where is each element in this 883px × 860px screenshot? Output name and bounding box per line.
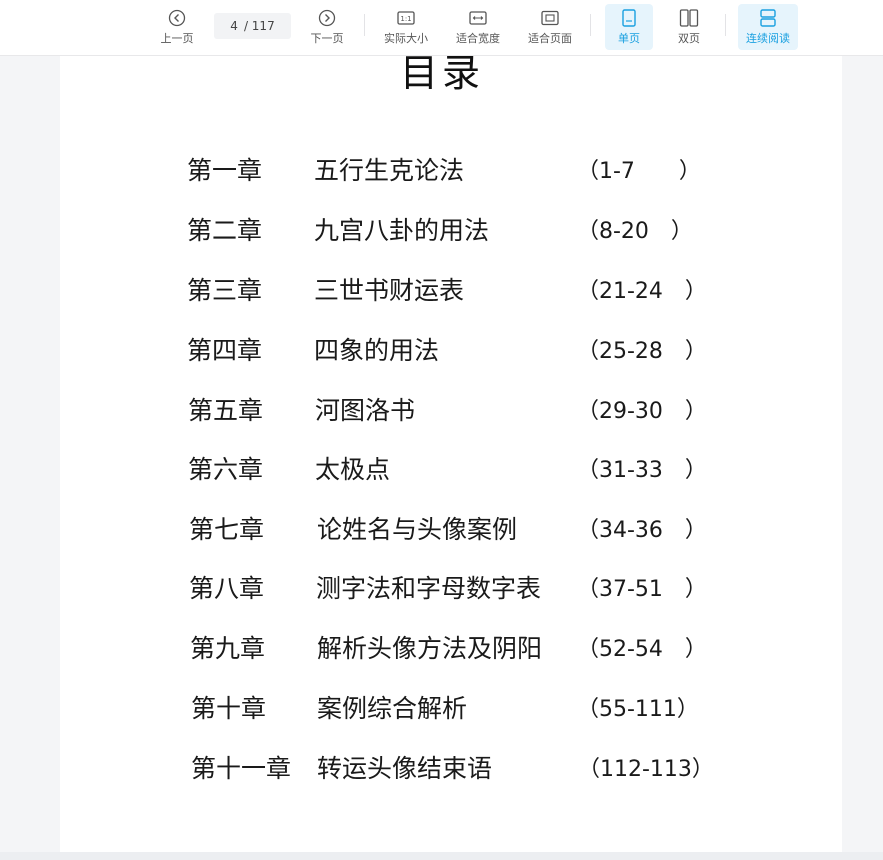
double-page-label: 双页 — [678, 32, 700, 45]
bottom-scroll-area — [0, 852, 883, 860]
toc-pages: （25-28 ） — [577, 339, 707, 364]
toc-title: 论姓名与头像案例 — [317, 515, 518, 544]
continuous-reading-label: 连续阅读 — [746, 32, 790, 45]
toc-title: 九宫八卦的用法 — [314, 216, 490, 245]
toc-chapter: 第十章 — [191, 694, 267, 723]
current-page: 4 — [230, 19, 238, 33]
fit-page-button[interactable]: 适合页面 — [524, 4, 576, 50]
toolbar-divider — [590, 14, 591, 36]
toc-pages: （112-113） — [578, 757, 714, 782]
toc-chapter: 第七章 — [189, 515, 265, 544]
total-pages: / 117 — [243, 19, 275, 33]
svg-text:1:1: 1:1 — [400, 15, 411, 23]
chevron-left-circle-icon — [166, 7, 188, 29]
toc-pages: （1-7 ） — [577, 159, 701, 184]
toc-chapter: 第十一章 — [191, 754, 292, 783]
toc-title: 测字法和字母数字表 — [316, 574, 542, 603]
chevron-right-circle-icon — [316, 7, 338, 29]
page-title: 目录 — [400, 56, 485, 95]
actual-size-button[interactable]: 1:1 实际大小 — [380, 4, 432, 50]
double-page-icon — [678, 7, 700, 29]
toc-item[interactable]: 第六章 太极点 （31-33 ） — [188, 450, 788, 490]
toc-title: 转运头像结束语 — [317, 754, 493, 783]
toc-chapter: 第三章 — [187, 276, 263, 305]
single-page-icon — [618, 7, 640, 29]
single-page-label: 单页 — [618, 32, 640, 45]
toc-chapter: 第二章 — [187, 216, 263, 245]
toc-item[interactable]: 第九章 解析头像方法及阴阳 （52-54 ） — [190, 629, 790, 669]
toc-title: 解析头像方法及阴阳 — [317, 634, 543, 663]
fit-width-label: 适合宽度 — [456, 32, 500, 45]
toc-item[interactable]: 第五章 河图洛书 （29-30 ） — [188, 391, 788, 431]
toc-pages: （55-111） — [577, 697, 699, 722]
toc-title: 河图洛书 — [315, 396, 416, 425]
toc-chapter: 第一章 — [187, 156, 263, 185]
toc-chapter: 第六章 — [188, 455, 264, 484]
toc-chapter: 第九章 — [190, 634, 266, 663]
page-number-input[interactable]: 4 / 117 — [214, 13, 291, 39]
toc-pages: （8-20 ） — [577, 219, 693, 244]
fit-page-icon — [539, 7, 561, 29]
toc-pages: （21-24 ） — [577, 279, 707, 304]
toc-item[interactable]: 第十一章 转运头像结束语 （112-113） — [191, 749, 791, 789]
toc-chapter: 第八章 — [189, 574, 265, 603]
toc-pages: （29-30 ） — [577, 399, 707, 424]
toc-chapter: 第五章 — [188, 396, 264, 425]
reader-toolbar: 上一页 4 / 117 下一页 1:1 实际大小 适合宽度 适合页面 单页 双页… — [0, 0, 883, 56]
actual-size-icon: 1:1 — [395, 7, 417, 29]
toc-title: 太极点 — [315, 455, 391, 484]
next-page-label: 下一页 — [310, 32, 344, 45]
single-page-button[interactable]: 单页 — [605, 4, 653, 50]
toc-item[interactable]: 第四章 四象的用法 （25-28 ） — [187, 331, 787, 371]
toc-item[interactable]: 第一章 五行生克论法 （1-7 ） — [187, 151, 787, 191]
toc-item[interactable]: 第八章 测字法和字母数字表 （37-51 ） — [189, 569, 789, 609]
toc-item[interactable]: 第二章 九宫八卦的用法 （8-20 ） — [187, 211, 787, 251]
toc-title: 案例综合解析 — [317, 694, 468, 723]
toc-pages: （31-33 ） — [577, 458, 707, 483]
toc-item[interactable]: 第十章 案例综合解析 （55-111） — [191, 689, 791, 729]
document-page: 目录 第一章 五行生克论法 （1-7 ） 第二章 九宫八卦的用法 （8-20 ） 第三章 三世… — [60, 56, 842, 852]
toolbar-divider — [725, 14, 726, 36]
toc-title: 五行生克论法 — [314, 156, 465, 185]
fit-width-button[interactable]: 适合宽度 — [452, 4, 504, 50]
toc-pages: （52-54 ） — [577, 637, 707, 662]
prev-page-label: 上一页 — [160, 32, 194, 45]
toc-title: 三世书财运表 — [314, 276, 465, 305]
fit-width-icon — [467, 7, 489, 29]
toc-item[interactable]: 第三章 三世书财运表 （21-24 ） — [187, 271, 787, 311]
prev-page-button[interactable]: 上一页 — [158, 4, 196, 50]
toc-pages: （37-51 ） — [577, 577, 707, 602]
fit-page-label: 适合页面 — [528, 32, 572, 45]
continuous-reading-icon — [757, 7, 779, 29]
toc-chapter: 第四章 — [187, 336, 263, 365]
toolbar-divider — [364, 14, 365, 36]
continuous-reading-button[interactable]: 连续阅读 — [738, 4, 798, 50]
next-page-button[interactable]: 下一页 — [308, 4, 346, 50]
double-page-button[interactable]: 双页 — [665, 4, 713, 50]
toc-pages: （34-36 ） — [577, 518, 707, 543]
toc-title: 四象的用法 — [314, 336, 440, 365]
actual-size-label: 实际大小 — [384, 32, 428, 45]
toc-item[interactable]: 第七章 论姓名与头像案例 （34-36 ） — [189, 510, 789, 550]
